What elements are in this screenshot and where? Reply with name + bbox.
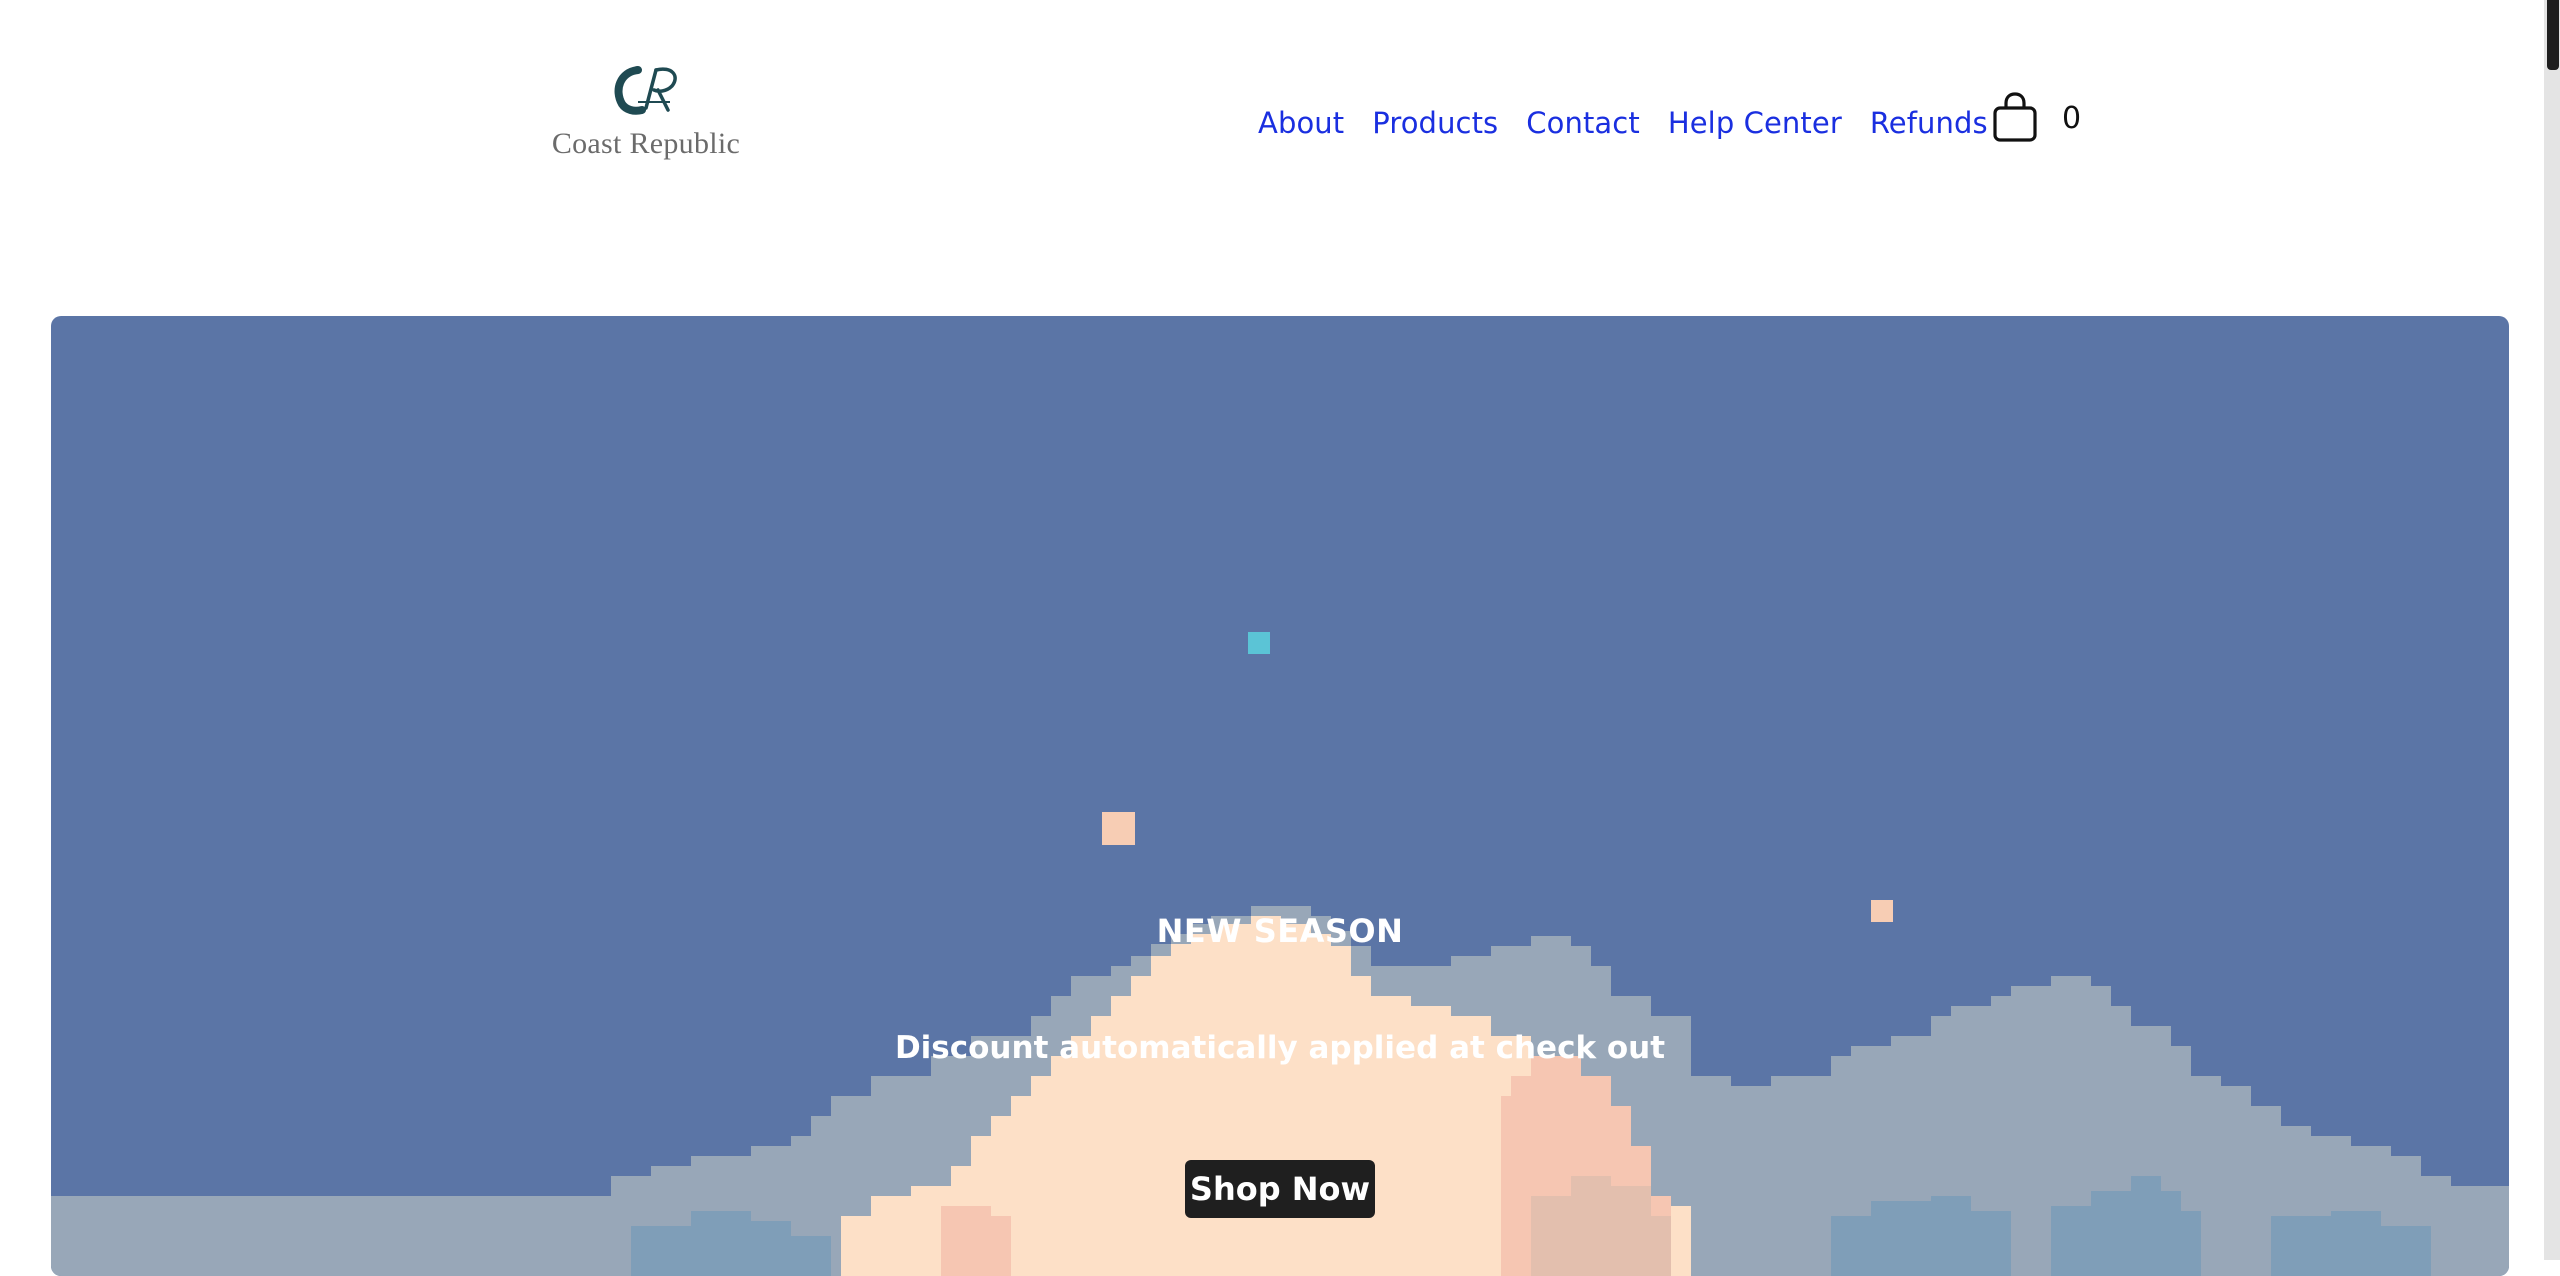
cart-count: 0: [2062, 101, 2082, 136]
scrollbar-thumb[interactable]: [2547, 0, 2559, 70]
nav-contact[interactable]: Contact: [1526, 98, 1640, 148]
pixel-cloud-illustration: [51, 632, 2509, 1276]
nav-products[interactable]: Products: [1372, 98, 1498, 148]
hero-banner: NEW SEASON Discount automatically applie…: [51, 316, 2509, 1276]
nav-refunds[interactable]: Refunds: [1870, 98, 1988, 148]
nav-about[interactable]: About: [1258, 98, 1344, 148]
shopping-bag-icon: [1993, 92, 2037, 142]
hero-subtitle: Discount automatically applied at check …: [894, 1030, 1666, 1066]
hero-title: NEW SEASON: [1156, 912, 1404, 950]
cart-button[interactable]: 0: [1992, 92, 2092, 148]
main-nav: About Products Contact Help Center Refun…: [1258, 98, 1988, 148]
page-scrollbar[interactable]: [2544, 0, 2560, 1260]
shop-now-button[interactable]: Shop Now: [1185, 1160, 1375, 1218]
cr-monogram-icon: [614, 66, 677, 115]
site-logo[interactable]: Coast Republic: [548, 62, 744, 166]
nav-help-center[interactable]: Help Center: [1668, 98, 1842, 148]
brand-name: Coast Republic: [551, 127, 741, 160]
